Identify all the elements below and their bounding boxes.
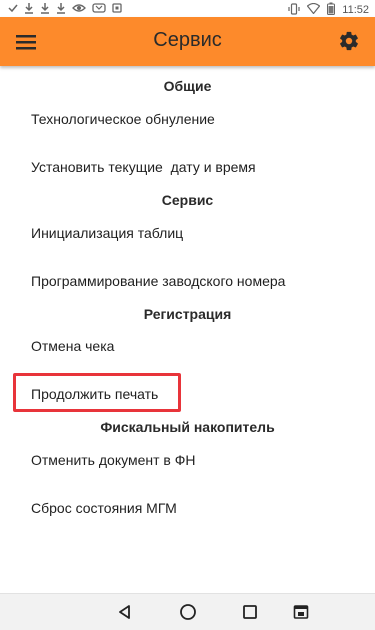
- menu-item-reset-mgm[interactable]: Сброс состояния МГМ: [31, 500, 177, 516]
- app-bar: Сервис: [0, 17, 375, 66]
- menu-item-set-date-time[interactable]: Установить текущие дату и время: [31, 159, 256, 175]
- download-icon: [40, 2, 50, 14]
- home-icon[interactable]: [177, 601, 199, 623]
- section-title-registration: Регистрация: [143, 306, 232, 322]
- section-title-fiscal: Фискальный накопитель: [100, 419, 275, 435]
- menu-item-cancel-fn-doc[interactable]: Отменить документ в ФН: [31, 452, 195, 468]
- download-icon: [56, 2, 66, 14]
- check-icon: [8, 2, 18, 14]
- menu-item-tech-reset[interactable]: Технологическое обнуление: [31, 111, 215, 127]
- status-icons-left: [8, 2, 122, 14]
- menu-item-program-serial[interactable]: Программирование заводского номера: [31, 273, 285, 289]
- status-time: 11:52: [342, 4, 369, 16]
- back-icon[interactable]: [114, 601, 136, 623]
- square-icon: [112, 2, 122, 14]
- screenshot-icon[interactable]: [290, 601, 312, 623]
- status-icons-right: 11:52: [288, 2, 369, 18]
- vpn-icon: [92, 2, 106, 14]
- vibrate-icon: [288, 2, 300, 18]
- system-nav-bar: [0, 593, 375, 630]
- eye-icon: [72, 2, 86, 14]
- menu-item-init-tables[interactable]: Инициализация таблиц: [31, 225, 183, 241]
- gear-icon[interactable]: [337, 29, 361, 53]
- highlight-box: [13, 373, 181, 412]
- page-title: Сервис: [153, 29, 222, 51]
- section-title-service: Сервис: [161, 192, 214, 208]
- download-icon: [24, 2, 34, 14]
- battery-icon: [327, 2, 336, 18]
- section-title-general: Общие: [163, 78, 212, 94]
- service-menu: Общие Технологическое обнуление Установи…: [0, 66, 375, 593]
- menu-item-cancel-receipt[interactable]: Отмена чека: [31, 338, 114, 354]
- recents-icon[interactable]: [239, 601, 261, 623]
- wifi-icon: [306, 2, 321, 17]
- status-bar: 11:52: [0, 0, 375, 17]
